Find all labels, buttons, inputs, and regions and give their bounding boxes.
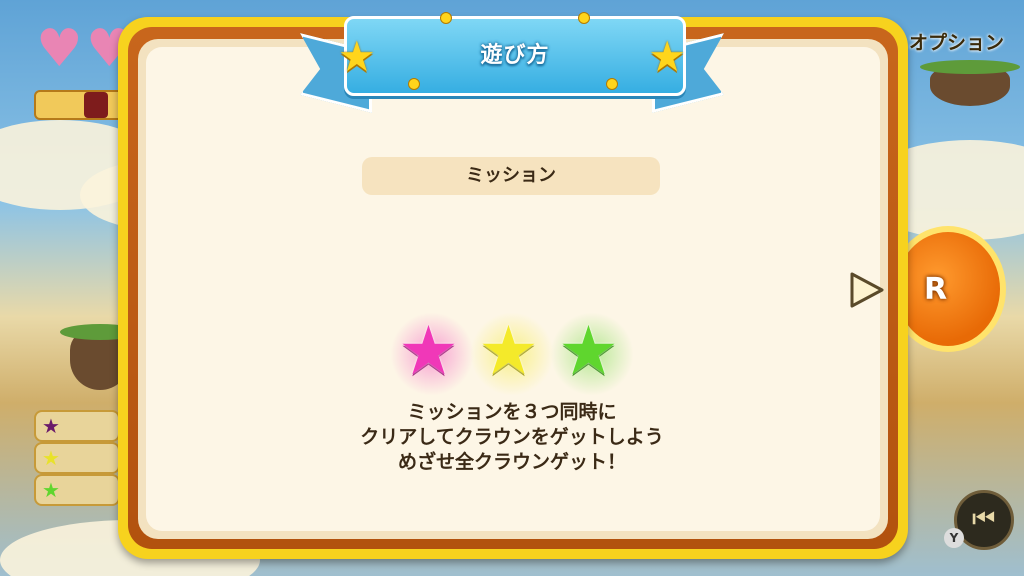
- dialog-title: 遊び方: [480, 43, 550, 68]
- description-line: ミッションを３つ同時に: [407, 401, 617, 423]
- star-icon: ★: [42, 414, 60, 438]
- lock-icon: [84, 92, 108, 118]
- star-icon: ★: [42, 478, 60, 502]
- heart-icon: ♥: [36, 19, 83, 79]
- yellow-star-icon: ★: [470, 312, 554, 396]
- description-line: クリアしてクラウンをゲットしよう: [360, 426, 664, 448]
- y-button-badge: Y: [944, 528, 964, 548]
- banner-rivet: [606, 78, 618, 90]
- description-line: めざせ全クラウンゲット！: [397, 451, 626, 473]
- star-icon: ★: [42, 446, 60, 470]
- option-button[interactable]: オプション: [909, 28, 1004, 55]
- banner-rivet: [578, 12, 590, 24]
- banner-rivet: [440, 12, 452, 24]
- r-button-label: R: [924, 272, 948, 307]
- rewind-icon: ⏮: [972, 504, 996, 534]
- star-icon: ★: [648, 32, 686, 81]
- next-page-arrow-icon[interactable]: [846, 270, 886, 310]
- mission-chip: ★: [34, 410, 120, 442]
- pink-star-icon: ★: [390, 312, 474, 396]
- star-icon: ★: [338, 32, 376, 81]
- title-banner: 遊び方 ★ ★: [300, 6, 724, 114]
- lock-counter: [34, 90, 124, 120]
- banner-body: 遊び方: [344, 16, 686, 96]
- mission-chip: ★: [34, 474, 120, 506]
- banner-rivet: [408, 78, 420, 90]
- mission-description: ミッションを３つ同時に クリアしてクラウンをゲットしよう めざせ全クラウンゲット…: [262, 400, 762, 475]
- section-label: ミッション: [362, 157, 660, 195]
- mission-chip: ★: [34, 442, 120, 474]
- floating-island-grass: [920, 60, 1020, 74]
- green-star-icon: ★: [550, 312, 634, 396]
